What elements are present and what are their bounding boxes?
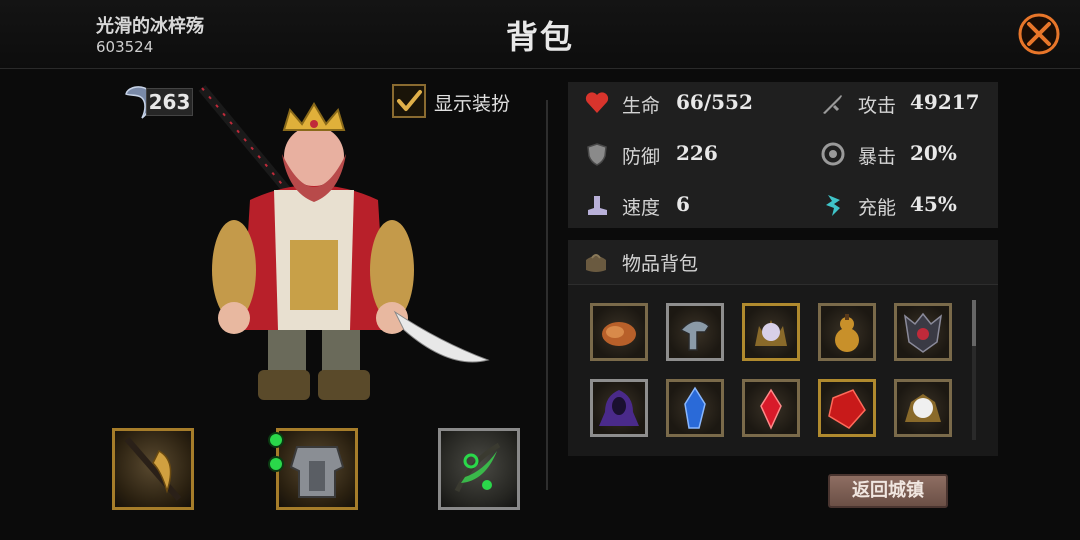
heart-icon <box>584 90 610 116</box>
equip-slot-accessory[interactable] <box>438 428 520 510</box>
inventory-item-red-crystal[interactable] <box>742 379 800 437</box>
stat-def-value: 226 <box>676 141 718 165</box>
stat-hp-value: 66/552 <box>676 90 753 114</box>
stat-def-label: 防御 <box>622 146 661 168</box>
close-icon <box>1018 13 1060 55</box>
equip-slot-weapon[interactable] <box>112 428 194 510</box>
vine-bow-icon <box>454 442 501 493</box>
inventory-item-helmet[interactable] <box>666 303 724 361</box>
stat-crit-value: 20% <box>910 141 957 165</box>
inventory-item-purple-cloak[interactable] <box>590 379 648 437</box>
scythe-icon <box>124 437 182 501</box>
blue-crystal-icon <box>684 386 706 429</box>
stat-atk-label: 攻击 <box>858 95 897 117</box>
inventory-item-red-gem[interactable] <box>818 379 876 437</box>
panel-divider <box>546 100 548 490</box>
hero-character <box>190 80 500 410</box>
orb-crown-icon <box>755 320 787 346</box>
inventory-item-meat[interactable] <box>590 303 648 361</box>
meat-icon <box>602 322 636 346</box>
inventory-title: 物品背包 <box>622 253 699 275</box>
inventory-item-gourd[interactable] <box>818 303 876 361</box>
slot-gem-indicator <box>268 432 284 448</box>
back-to-town-button[interactable]: 返回城镇 <box>828 474 948 508</box>
stat-energy-value: 45% <box>910 192 957 216</box>
page-title: 背包 <box>505 18 574 56</box>
spiked-mask-icon <box>903 312 943 353</box>
energy-icon <box>820 192 846 218</box>
stat-energy-label: 充能 <box>858 197 897 219</box>
white-orb-icon <box>905 394 941 422</box>
helmet-icon <box>679 320 710 351</box>
sword-icon <box>820 90 846 116</box>
stat-crit-label: 暴击 <box>858 146 897 168</box>
stat-atk-value: 49217 <box>910 90 980 114</box>
purple-cloak-icon <box>599 390 639 426</box>
boot-icon <box>584 192 610 218</box>
slot-gem-indicator <box>268 456 284 472</box>
stat-speed-value: 6 <box>676 192 690 216</box>
stat-speed-label: 速度 <box>622 197 661 219</box>
gourd-icon <box>835 314 859 352</box>
inventory-item-orb-crown[interactable] <box>742 303 800 361</box>
crit-icon <box>820 141 846 167</box>
gem-count: 263 <box>146 88 193 116</box>
bag-icon <box>582 248 610 276</box>
inventory-item-blue-crystal[interactable] <box>666 379 724 437</box>
red-gem-icon <box>828 389 866 429</box>
close-button[interactable] <box>1017 12 1061 56</box>
inventory-item-spiked-mask[interactable] <box>894 303 952 361</box>
red-crystal-icon <box>760 388 782 430</box>
shield-icon <box>584 141 610 167</box>
equip-slot-armor[interactable] <box>270 428 358 510</box>
inventory-scroll-thumb[interactable] <box>972 300 976 346</box>
stat-hp-label: 生命 <box>622 95 661 117</box>
armor-icon <box>270 432 345 498</box>
inventory-item-white-orb[interactable] <box>894 379 952 437</box>
